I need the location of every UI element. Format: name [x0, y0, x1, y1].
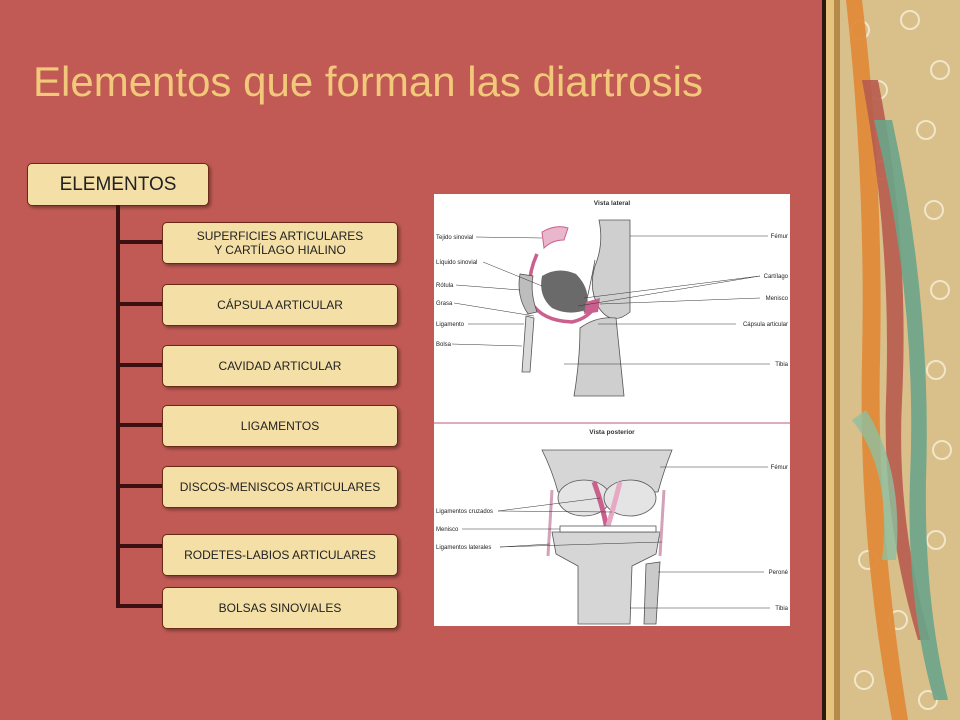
diagram-node-superficies: SUPERFICIES ARTICULARES Y CARTÍLAGO HIAL…: [162, 222, 398, 264]
leader-line: [451, 343, 523, 347]
label-ligamentos-cruzados: Ligamentos cruzados: [436, 509, 493, 515]
label-tibia-posterior: Tibia: [775, 606, 788, 612]
tibia-posterior-shape: [551, 531, 661, 625]
knee-joint-illustration: Vista lateral Tejido sinovial Líquido si…: [434, 194, 790, 626]
decorative-divider: [822, 0, 826, 720]
decorative-stripe: [826, 0, 834, 720]
leader-line: [455, 284, 521, 291]
diagram-branch-connector: [116, 302, 164, 306]
joint-cavity-lateral: [541, 270, 588, 313]
label-bolsa: Bolsa: [436, 342, 452, 348]
label-menisco-lateral: Menisco: [766, 296, 789, 302]
diagram-branch-connector: [116, 484, 164, 488]
diagram-node-rodetes-labios: RODETES-LABIOS ARTICULARES: [162, 534, 398, 576]
label-cartilago: Cartílago: [764, 274, 789, 280]
diagram-root-node: ELEMENTOS: [27, 163, 209, 206]
label-tejido-sinovial: Tejido sinovial: [436, 235, 473, 241]
diagram-branch-connector: [116, 604, 164, 608]
label-ligamentos-laterales: Ligamentos laterales: [436, 545, 491, 551]
label-menisco-posterior: Menisco: [436, 527, 459, 533]
lateral-view-title: Vista lateral: [594, 200, 631, 207]
leader-line: [475, 236, 543, 239]
label-liquido-sinovial: Líquido sinovial: [436, 260, 477, 266]
collateral-ligament-shape: [658, 489, 666, 557]
label-tibia-lateral: Tibia: [775, 362, 788, 368]
label-capsula-articular: Cápsula articular: [743, 322, 788, 328]
diagram-branch-connector: [116, 240, 164, 244]
diagram-branch-connector: [116, 423, 164, 427]
decorative-side-panel: [822, 0, 960, 720]
label-perone: Peroné: [769, 570, 789, 576]
collateral-ligament-shape: [546, 489, 554, 557]
diagram-node-capsula: CÁPSULA ARTICULAR: [162, 284, 398, 326]
diagram-node-ligamentos: LIGAMENTOS: [162, 405, 398, 447]
patellar-ligament-shape: [521, 315, 535, 373]
label-grasa: Grasa: [436, 301, 453, 307]
label-rotula: Rótula: [436, 283, 454, 289]
label-femur-posterior: Fémur: [771, 465, 788, 471]
leader-line: [453, 302, 535, 317]
slide-title: Elementos que forman las diartrosis: [33, 58, 703, 105]
diagram-branch-connector: [116, 544, 164, 548]
label-ligamento: Ligamento: [436, 322, 465, 328]
decorative-stripe: [834, 0, 840, 720]
tibia-lateral-shape: [573, 317, 625, 397]
fibula-shape: [643, 561, 661, 625]
diagram-node-discos-meniscos: DISCOS-MENISCOS ARTICULARES: [162, 466, 398, 508]
slide: Elementos que forman las diartrosis ELEM…: [0, 0, 960, 720]
label-femur-lateral: Fémur: [771, 234, 788, 240]
meniscus-posterior-shape: [559, 525, 657, 533]
patella-shape: [518, 273, 538, 315]
knee-joint-drawing: Vista lateral Tejido sinovial Líquido si…: [434, 200, 790, 625]
posterior-view-title: Vista posterior: [589, 429, 635, 436]
diagram-root-label: ELEMENTOS: [59, 173, 177, 195]
diagram-branch-connector: [116, 363, 164, 367]
diagram-node-cavidad: CAVIDAD ARTICULAR: [162, 345, 398, 387]
femur-posterior-shape: [541, 449, 673, 493]
bursa-lateral: [541, 226, 569, 250]
diagram-node-bolsas-sinoviales: BOLSAS SINOVIALES: [162, 587, 398, 629]
